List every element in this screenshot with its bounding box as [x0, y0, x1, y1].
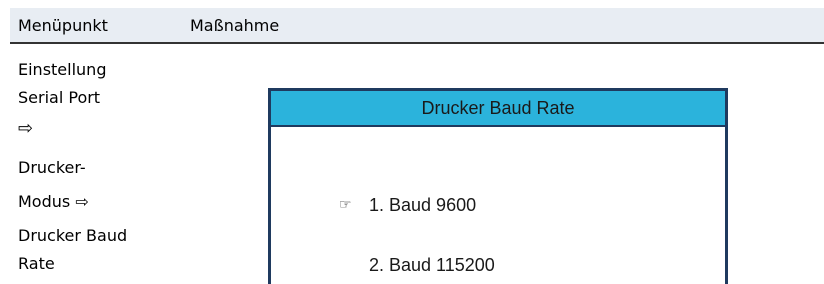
screen-title: Drucker Baud Rate	[271, 91, 725, 127]
printer-baud-rate-screen: Drucker Baud Rate ☞ 1. Baud 9600 2. Baud…	[268, 88, 728, 284]
baud-option-115200[interactable]: 2. Baud 115200	[369, 255, 495, 275]
menu-path-line: Drucker Baud	[18, 226, 128, 245]
column-header-action: Maßnahme	[190, 16, 280, 35]
arrow-right-icon: ⇨	[18, 118, 34, 139]
pointing-hand-icon: ☞	[339, 197, 352, 213]
menu-path-line: Einstellung	[18, 60, 107, 79]
menu-path-line: Drucker-	[18, 158, 86, 177]
table-header-row: Menüpunkt Maßnahme	[10, 8, 824, 44]
manual-page: Menüpunkt Maßnahme Einstellung Serial Po…	[0, 0, 824, 284]
column-header-menu: Menüpunkt	[18, 16, 108, 35]
baud-option-9600[interactable]: 1. Baud 9600	[369, 195, 476, 215]
menu-path-line: Modus ⇨	[18, 192, 89, 211]
menu-path-line: Rate	[18, 254, 55, 273]
menu-path-line: Serial Port	[18, 88, 101, 107]
